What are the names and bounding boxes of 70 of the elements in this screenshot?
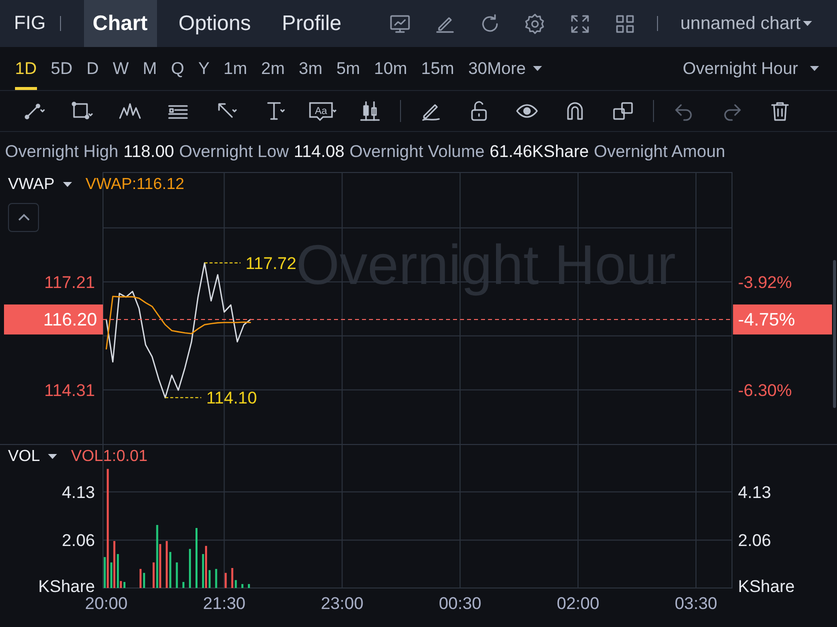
timeframe-tab[interactable]: Y [198, 47, 210, 90]
timeframe-tab[interactable]: 1D [15, 47, 37, 90]
chevron-up-icon [16, 213, 30, 222]
dropdown-caret-icon [48, 454, 58, 460]
time-axis-label: 03:30 [674, 594, 718, 613]
timeframe-tab[interactable]: Q [170, 47, 184, 90]
timeframe-tab[interactable]: 5m [336, 47, 360, 90]
last-price-tag: 116.20 [4, 304, 103, 334]
timeframe-tab[interactable]: 15m [421, 47, 454, 90]
time-axis-label: 23:00 [320, 594, 364, 613]
dropdown-caret-icon [62, 182, 72, 188]
indicator-name[interactable]: VWAP [8, 176, 55, 194]
more-dropdown[interactable]: More [487, 58, 542, 78]
scrollbar[interactable] [833, 260, 836, 408]
indicator-value: VWAP:116.12 [86, 176, 184, 194]
candlestick-icon[interactable] [358, 99, 382, 123]
symbol-label: FIG [0, 16, 61, 31]
extreme-price-label: 114.10 [206, 388, 257, 408]
timeframe-tab[interactable]: 30 [468, 47, 488, 90]
indicator-name[interactable]: VOL [8, 448, 40, 466]
leader-line [164, 397, 202, 398]
nav-tab[interactable]: Chart [84, 0, 157, 47]
layout-dropdown[interactable]: unnamed chart [657, 16, 812, 31]
price-axis-label: 117.21 [44, 272, 95, 292]
session-dropdown[interactable]: Overnight Hour [682, 58, 819, 78]
time-axis-label: 00:30 [438, 594, 482, 613]
stat-value: 118.00 [123, 142, 174, 162]
timeframe-tab[interactable]: 1m [224, 47, 248, 90]
volume-axis-label: 4.13 [62, 482, 95, 502]
volume-axis-label: 2.06 [738, 531, 772, 550]
caret-icon [810, 66, 819, 72]
stat-value: 61.46KShare [490, 142, 589, 162]
price-axis-label: 114.31 [44, 380, 95, 400]
timeframe-tab[interactable]: 10m [374, 47, 408, 90]
timeframe-tab[interactable]: D [86, 47, 99, 90]
stat-value: 114.08 [294, 142, 344, 162]
leader-line [204, 262, 242, 264]
percent-axis-label: -3.92% [738, 272, 792, 292]
time-axis-label: 02:00 [556, 594, 600, 613]
last-change-tag: -4.75% [733, 304, 832, 334]
nav-tab[interactable]: Profile [272, 0, 350, 47]
timeframe-tab[interactable]: 5D [50, 47, 72, 90]
time-axis-label: 21:30 [202, 594, 246, 613]
stat-label: Overnight Volume [349, 142, 485, 162]
timeframe-tab[interactable]: W [112, 47, 129, 90]
stat-label: Overnight High [5, 142, 118, 162]
volume-bar [215, 568, 218, 588]
timeframe-tab[interactable]: M [142, 47, 157, 90]
volume-axis-label: 4.13 [738, 482, 772, 502]
time-axis-label: 20:00 [85, 594, 128, 613]
volume-axis-label: KShare [738, 577, 795, 596]
stat-label: Overnight Low [179, 142, 289, 162]
indicator-value: VOL1:0.01 [71, 448, 148, 466]
volume-axis-label: 2.06 [62, 531, 95, 550]
volume-bar [176, 562, 178, 588]
timeframe-tab[interactable]: 3m [298, 47, 322, 90]
timeframe-tab[interactable]: 2m [261, 47, 285, 90]
collapse-button[interactable] [8, 203, 39, 232]
volume-bar [224, 572, 227, 588]
caret-icon [802, 20, 812, 26]
volume-bar [248, 584, 250, 588]
percent-axis-label: -6.30% [738, 380, 792, 400]
volume-bar [241, 584, 244, 588]
stat-label: Overnight Amoun [594, 142, 726, 162]
extreme-price-label: 117.72 [246, 254, 296, 273]
volume-bar [182, 582, 184, 588]
volume-axis-label: KShare [38, 577, 95, 596]
nav-tab[interactable]: Options [170, 0, 260, 47]
caret-icon [532, 66, 542, 72]
volume-bar [188, 548, 191, 588]
